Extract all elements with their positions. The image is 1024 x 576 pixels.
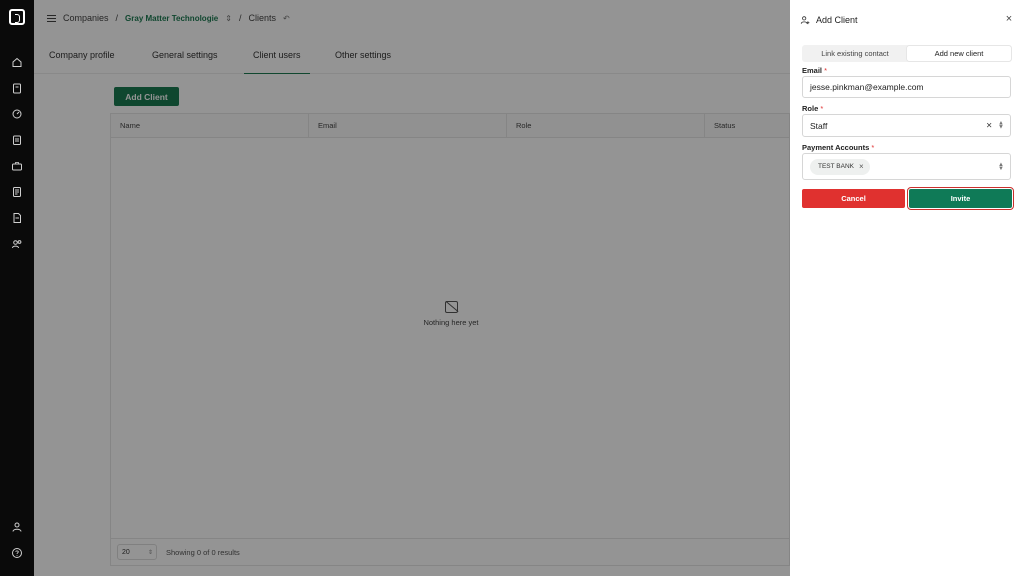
ledger-icon[interactable] bbox=[11, 186, 23, 198]
invite-button-label: Invite bbox=[909, 189, 1012, 208]
role-select-controls: × ▲ ▼ bbox=[986, 120, 1004, 131]
role-label-text: Role bbox=[802, 104, 819, 113]
clear-icon[interactable]: × bbox=[986, 120, 992, 131]
add-user-icon bbox=[800, 16, 810, 25]
gauge-icon[interactable] bbox=[11, 108, 23, 120]
clipboard-icon[interactable] bbox=[11, 82, 23, 94]
role-value: Staff bbox=[810, 120, 828, 131]
required-marker: * bbox=[820, 104, 824, 113]
document-icon[interactable] bbox=[11, 134, 23, 146]
email-field[interactable]: jesse.pinkman@example.com bbox=[802, 76, 1011, 98]
modal-backdrop[interactable] bbox=[34, 0, 790, 576]
home-icon[interactable] bbox=[11, 56, 23, 68]
chevron-updown-icon[interactable]: ▲ ▼ bbox=[998, 162, 1004, 172]
client-mode-toggle: Link existing contact Add new client bbox=[802, 45, 1012, 62]
email-label: Email * bbox=[802, 66, 827, 75]
cancel-button[interactable]: Cancel bbox=[802, 189, 905, 208]
help-icon[interactable] bbox=[11, 547, 23, 559]
left-rail bbox=[0, 0, 34, 576]
payment-accounts-label: Payment Accounts * bbox=[802, 143, 874, 152]
payment-accounts-label-text: Payment Accounts bbox=[802, 143, 870, 152]
chevron-updown-icon[interactable]: ▲ ▼ bbox=[998, 121, 1004, 131]
payment-accounts-select[interactable]: TEST BANK × ▲ ▼ bbox=[802, 153, 1011, 180]
drawer-title: Add Client bbox=[816, 15, 858, 25]
role-label: Role * bbox=[802, 104, 823, 113]
selected-account-pill: TEST BANK × bbox=[810, 158, 870, 175]
email-label-text: Email bbox=[802, 66, 823, 75]
link-existing-contact-tab[interactable]: Link existing contact bbox=[803, 46, 907, 61]
required-marker: * bbox=[824, 66, 828, 75]
invite-button[interactable]: Invite bbox=[907, 187, 1014, 210]
add-client-drawer: Add Client × Link existing contact Add n… bbox=[790, 0, 1024, 576]
drawer-header: Add Client bbox=[800, 14, 858, 26]
file-icon[interactable] bbox=[11, 212, 23, 224]
close-icon[interactable]: × bbox=[1004, 14, 1014, 25]
add-new-client-tab[interactable]: Add new client bbox=[907, 46, 1011, 61]
briefcase-icon[interactable] bbox=[11, 160, 23, 172]
payment-accounts-controls: ▲ ▼ bbox=[998, 162, 1004, 172]
email-value: jesse.pinkman@example.com bbox=[810, 82, 924, 92]
selected-account-label: TEST BANK bbox=[818, 163, 855, 170]
remove-pill-icon[interactable]: × bbox=[859, 162, 864, 171]
role-select[interactable]: Staff × ▲ ▼ bbox=[802, 114, 1011, 137]
users-icon[interactable] bbox=[11, 238, 23, 250]
required-marker: * bbox=[871, 143, 875, 152]
user-icon[interactable] bbox=[11, 521, 23, 533]
app-logo-icon[interactable] bbox=[9, 9, 25, 25]
